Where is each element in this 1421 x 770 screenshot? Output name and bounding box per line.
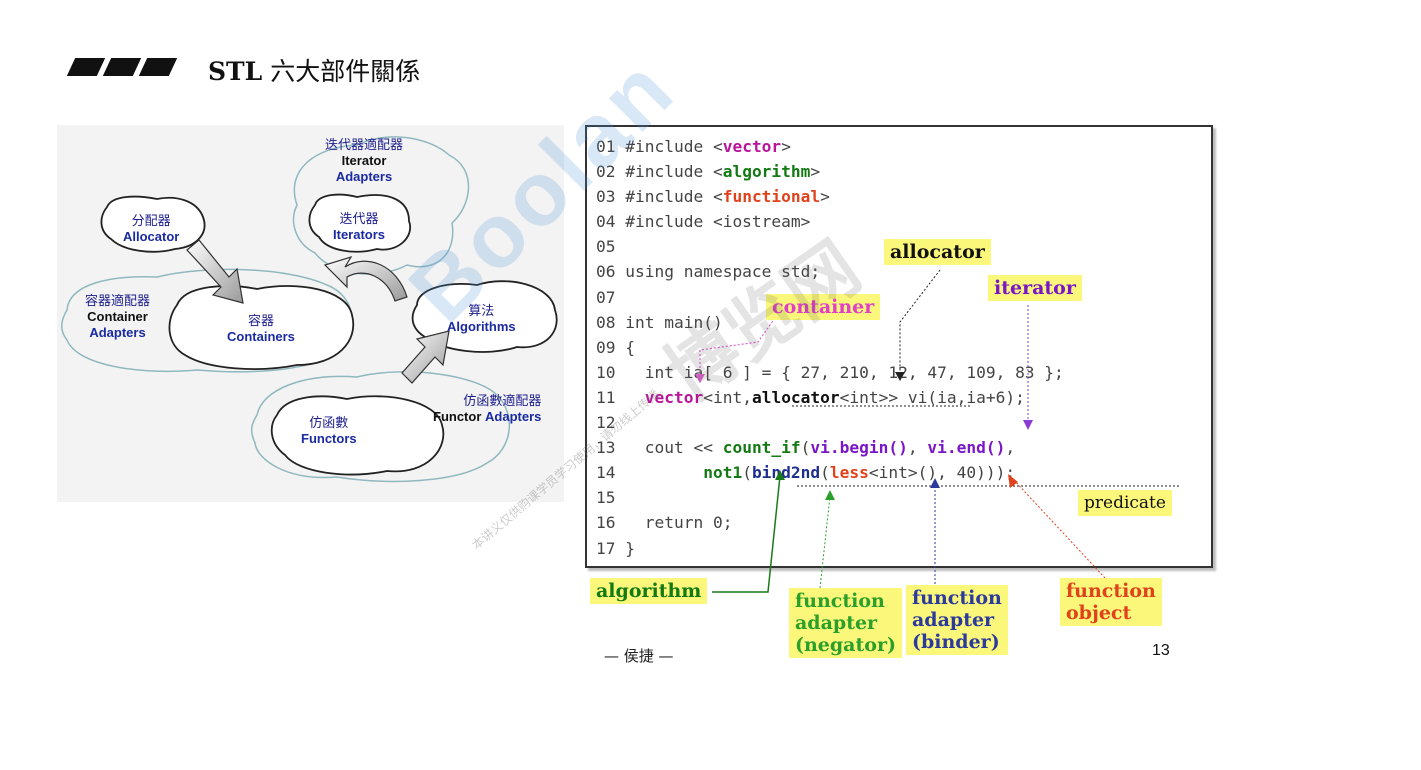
iterator-adapters-en2: Adapters: [335, 169, 393, 184]
code-line-14: 14 not1(bind2nd(less<int>(), 40)));: [596, 463, 1016, 483]
algorithm-callout: algorithm: [590, 578, 708, 604]
functors-cloud: [270, 395, 445, 476]
page-title-cn: 六大部件關係: [262, 57, 421, 86]
container-adapters-en1: Container: [87, 309, 148, 324]
functor-adapters-cn: 仿函數適配器: [463, 393, 542, 408]
code-line-03: 03 #include <functional>: [596, 187, 830, 207]
negator-callout: function adapter (negator): [789, 588, 902, 658]
binder-callout: function adapter (binder): [906, 585, 1008, 655]
container-callout: container: [766, 294, 881, 320]
functors-cn: 仿函數: [309, 415, 349, 430]
negator-callout-line1: function: [795, 590, 885, 612]
algorithms-en: Algorithms: [447, 319, 516, 334]
code-line-09: 09 {: [596, 337, 635, 357]
binder-callout-line2: adapter: [912, 609, 995, 631]
footer-author: — 侯捷 —: [604, 647, 674, 665]
negator-callout-line2: adapter: [795, 612, 878, 634]
containers-cn: 容器: [247, 313, 274, 328]
iterator-adapters-cn: 迭代器適配器: [325, 137, 404, 152]
code-line-13: 13 cout << count_if(vi.begin(), vi.end()…: [596, 438, 1016, 458]
code-line-02: 02 #include <algorithm>: [596, 162, 821, 182]
negator-callout-line3: (negator): [795, 634, 896, 656]
page-title: STL 六大部件關係: [208, 52, 420, 88]
containers-label: 容器 Containers: [227, 313, 295, 345]
code-line-12: 12: [596, 413, 616, 433]
binder-callout-line1: function: [912, 587, 1002, 609]
function-object-callout: function object: [1060, 578, 1162, 626]
iterator-callout: iterator: [988, 275, 1082, 301]
allocator-callout: allocator: [884, 239, 991, 265]
code-line-16: 16 return 0;: [596, 513, 733, 533]
functors-label: 仿函數 Functors: [301, 415, 357, 447]
page-number: 13: [1152, 642, 1170, 659]
code-line-15: 15: [596, 488, 616, 508]
code-line-08: 08 int main(): [596, 312, 723, 332]
code-line-05: 05: [596, 237, 616, 257]
allocator-label: 分配器 Allocator: [123, 213, 179, 245]
iterators-label: 迭代器 Iterators: [333, 211, 385, 243]
code-line-01: 01 #include <vector>: [596, 137, 791, 156]
allocator-cn: 分配器: [131, 213, 171, 228]
code-line-17: 17 }: [596, 538, 635, 558]
stl-components-diagram: 迭代器適配器 Iterator Adapters 迭代器 Iterators 分…: [57, 125, 564, 502]
code-line-11: 11 vector<int,allocator<int>> vi(ia,ia+6…: [596, 387, 1025, 407]
binder-callout-line3: (binder): [912, 631, 1000, 653]
code-listing: 01 #include <vector> 02 #include <algori…: [596, 134, 1064, 561]
container-adapters-en2: Adapters: [89, 325, 146, 340]
code-line-06: 06 using namespace std;: [596, 262, 821, 282]
page-title-latin: STL: [208, 57, 263, 86]
algorithms-label: 算法 Algorithms: [447, 303, 516, 335]
decor-bar-2: [102, 58, 142, 76]
function-object-callout-line2: object: [1066, 602, 1132, 624]
allocator-en: Allocator: [123, 229, 180, 244]
container-adapters-label: 容器適配器 Container Adapters: [85, 293, 150, 341]
functors-en: Functors: [301, 431, 357, 446]
container-adapters-cn: 容器適配器: [85, 293, 151, 308]
function-object-callout-line1: function: [1066, 580, 1156, 602]
functor-adapters-label: 仿函數適配器 Functor Adapters: [433, 393, 541, 425]
title-decoration-bars: [63, 58, 178, 78]
containers-en: Containers: [227, 329, 295, 344]
decor-bar-1: [66, 58, 106, 76]
iterators-to-containers-arrow: [323, 255, 408, 302]
algorithms-cn: 算法: [468, 303, 495, 318]
code-line-04: 04 #include <iostream>: [596, 212, 811, 232]
decor-bar-3: [138, 58, 178, 76]
functor-adapters-en2: Adapters: [485, 409, 542, 424]
predicate-callout: predicate: [1078, 490, 1172, 516]
iterators-cn: 迭代器: [339, 211, 379, 226]
functor-adapters-en1: Functor: [433, 409, 482, 424]
iterators-en: Iterators: [333, 227, 386, 242]
iterator-adapters-en1: Iterator: [341, 153, 387, 168]
iterator-adapters-label: 迭代器適配器 Iterator Adapters: [325, 137, 403, 185]
code-line-07: 07: [596, 287, 616, 307]
code-line-10: 10 int ia[ 6 ] = { 27, 210, 12, 47, 109,…: [596, 362, 1064, 382]
